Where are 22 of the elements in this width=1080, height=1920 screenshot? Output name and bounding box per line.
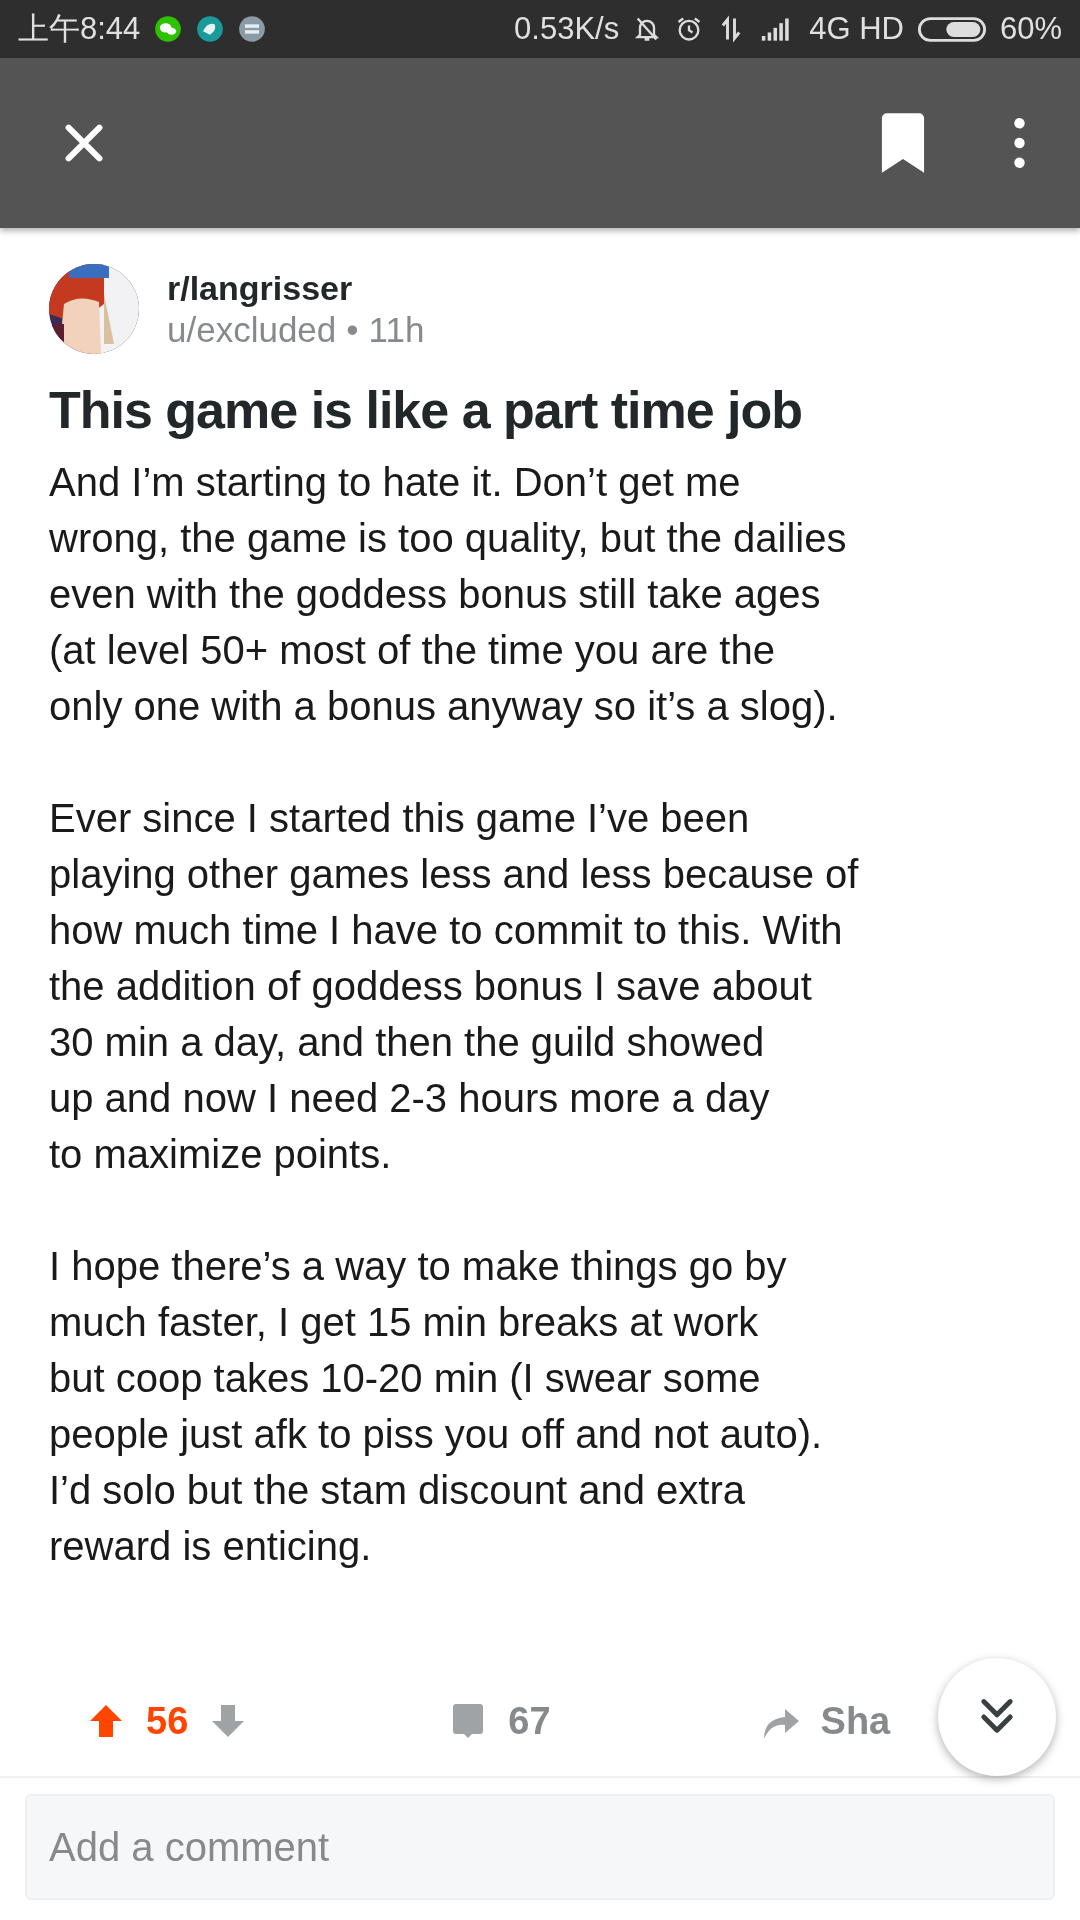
body-paragraph: Ever since I started this game I’ve been playing other games less and less because of how much time I have to commit to this. With the addition of goddess bonus I save about 30 min a day, and then the guild showed up and now I need 2-3 hours more a day to maximize points. <box>49 795 860 1178</box>
post-title: This game is like a part time job <box>49 380 804 440</box>
network-speed: 0.53K/s <box>514 11 620 47</box>
author-link[interactable]: u/excluded <box>167 309 337 350</box>
subreddit-link[interactable]: r/langrisser <box>167 268 425 308</box>
share-label[interactable]: Sha <box>820 1699 891 1743</box>
chat-app-icon <box>154 15 183 43</box>
battery-percent: 60% <box>999 11 1062 47</box>
comment-field[interactable]: Add a comment <box>25 1794 1055 1900</box>
separator-dot: • <box>346 309 359 350</box>
battery-icon <box>917 16 986 42</box>
scroll-down-button[interactable] <box>938 1658 1056 1776</box>
body-paragraph: I hope there’s a way to make things go by much faster, I get 15 min breaks at work but coop takes 10-20 min (I swear some people just afk to piss you off and not auto). I’d solo but the stam discount and extra reward is enticing. <box>49 1243 824 1570</box>
network-type: 4G HD <box>809 11 904 47</box>
post-age: 11h <box>368 309 425 350</box>
more-icon[interactable] <box>1013 117 1026 169</box>
comment-count: 67 <box>508 1699 551 1743</box>
close-icon[interactable] <box>62 121 106 165</box>
status-time: 上午8:44 <box>18 10 141 48</box>
body-paragraph: And I’m starting to hate it. Don’t get me wrong, the game is too quality, but the dailies even with the goddess bonus still take ages (at level 50+ most of the time you are the only one with a bonus anyway so it’s a slog). <box>49 459 848 730</box>
card-app-icon <box>238 15 267 43</box>
vote-count: 56 <box>146 1699 189 1743</box>
